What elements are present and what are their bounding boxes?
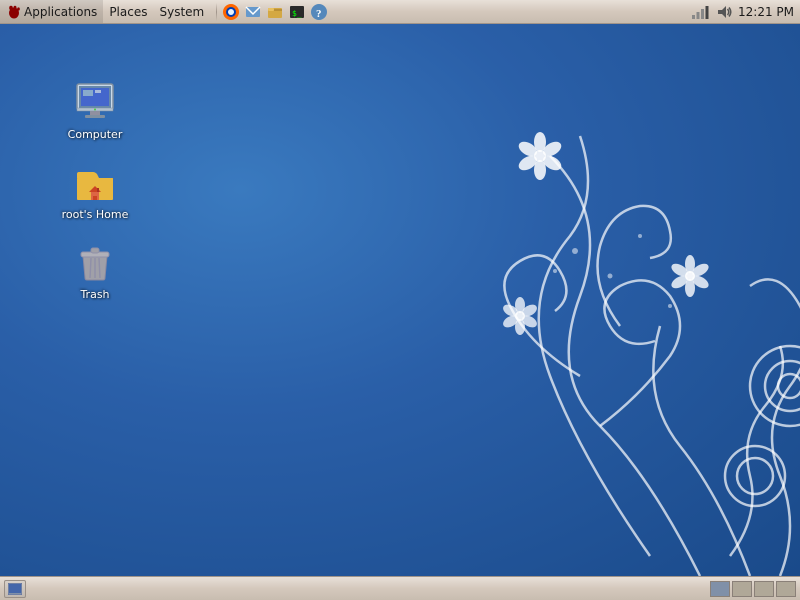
filemanager-launcher[interactable] [265,2,285,22]
gnome-foot-icon [6,4,22,20]
applications-menu[interactable]: Applications [0,0,103,23]
system-label: System [159,5,204,19]
places-menu[interactable]: Places [103,0,153,23]
home-svg [71,158,119,206]
workspace-3[interactable] [754,581,774,597]
bottom-right [706,581,800,597]
desktop: Computer root's [0,24,800,576]
home-icon-image [71,158,119,206]
panel-menu-bar: Applications Places System [0,0,210,23]
workspace-4[interactable] [776,581,796,597]
network-status-icon[interactable] [690,2,710,22]
browser-launcher[interactable] [221,2,241,22]
system-menu[interactable]: System [153,0,210,23]
computer-icon[interactable]: Computer [55,74,135,146]
browser-icon [222,3,240,21]
clock[interactable]: 12:21 PM [738,5,794,19]
show-desktop-icon [8,583,22,595]
filemanager-icon [266,3,284,21]
svg-text:$_: $_ [292,9,302,18]
speaker-icon [715,3,733,21]
email-launcher[interactable] [243,2,263,22]
terminal-launcher[interactable]: $_ [287,2,307,22]
trash-icon-image [71,238,119,286]
places-label: Places [109,5,147,19]
desktop-decoration [300,76,800,576]
svg-text:?: ? [316,8,322,20]
panel-launchers: $_ ? [210,2,333,22]
email-icon [244,3,262,21]
volume-icon[interactable] [714,2,734,22]
terminal-icon: $_ [288,3,306,21]
workspace-2[interactable] [732,581,752,597]
network-icon [691,3,709,21]
computer-svg [71,78,119,126]
workspace-switcher [710,581,796,597]
trash-svg [71,238,119,286]
show-desktop-button[interactable] [4,580,26,598]
clock-time: 12:21 PM [738,5,794,19]
bottom-left [0,580,30,598]
computer-icon-image [71,78,119,126]
home-icon[interactable]: root's Home [55,154,135,226]
workspace-1[interactable] [710,581,730,597]
top-panel: Applications Places System [0,0,800,24]
help-icon: ? [310,3,328,21]
bottom-panel [0,576,800,600]
help-launcher[interactable]: ? [309,2,329,22]
applications-label: Applications [24,5,97,19]
separator-1 [216,3,217,21]
computer-label: Computer [68,128,123,142]
panel-right: 12:21 PM [684,0,800,23]
trash-icon[interactable]: Trash [55,234,135,306]
home-label: root's Home [62,208,129,222]
trash-label: Trash [80,288,109,302]
